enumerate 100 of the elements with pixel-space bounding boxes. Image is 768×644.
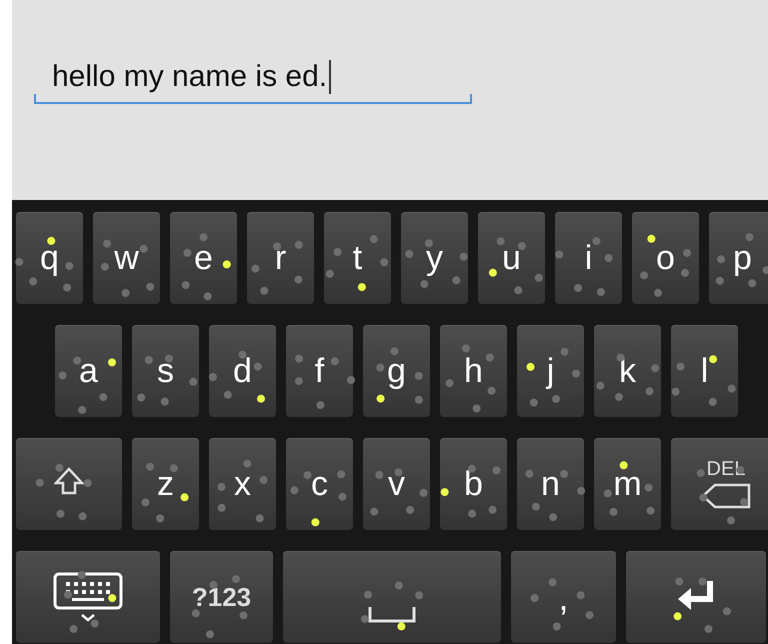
touch-dot [647, 234, 656, 243]
letter-key[interactable]: r [247, 212, 314, 304]
letter-key[interactable]: s [132, 325, 199, 417]
touch-dot [218, 504, 226, 512]
touch-dot [108, 358, 116, 366]
touch-dot [604, 489, 612, 498]
touch-dot [488, 386, 496, 395]
touch-dot [552, 622, 561, 630]
space-key[interactable] [283, 551, 501, 643]
touch-dot [560, 348, 568, 356]
touch-dot [273, 242, 282, 250]
touch-dot [47, 236, 56, 245]
letter-key[interactable]: i [555, 212, 622, 304]
delete-key[interactable]: DEL [671, 438, 768, 530]
touch-dot [415, 591, 424, 600]
letter-key[interactable]: u [478, 212, 545, 304]
touch-dot [722, 607, 731, 616]
touch-dot [294, 276, 302, 284]
letter-key[interactable]: e [170, 212, 237, 304]
touch-dot [338, 492, 346, 501]
letter-key[interactable]: p [709, 212, 768, 304]
touch-dot [675, 578, 684, 586]
touch-dot [337, 470, 346, 478]
backspace-icon [701, 483, 751, 509]
symbols-key[interactable]: ?123 [170, 551, 273, 643]
touch-dot [304, 471, 312, 480]
touch-dot [672, 388, 680, 396]
touch-dot [654, 288, 662, 297]
touch-dot [290, 486, 298, 494]
letter-key[interactable]: f [286, 325, 353, 417]
touch-dot [260, 286, 268, 295]
touch-dot [182, 281, 190, 290]
enter-key[interactable] [626, 551, 766, 643]
letter-key[interactable]: c [286, 438, 353, 530]
letter-key[interactable]: y [401, 212, 468, 304]
touch-dot [144, 356, 153, 364]
touch-dot [518, 242, 526, 250]
touch-dot [208, 373, 217, 381]
touch-dot [243, 460, 252, 468]
touch-dot [420, 488, 428, 497]
touch-dot [326, 270, 334, 278]
text-input-field[interactable]: hello my name is ed. [34, 52, 472, 104]
touch-dot [390, 347, 398, 356]
touch-dot [514, 286, 522, 294]
touch-dot [146, 462, 154, 471]
text-cursor [329, 60, 332, 94]
letter-key[interactable]: w [93, 212, 160, 304]
keyboard-key[interactable] [16, 551, 160, 643]
touch-dot [646, 506, 655, 515]
letter-key[interactable]: t [324, 212, 391, 304]
letter-key[interactable]: l [671, 325, 738, 417]
touch-dot [462, 344, 470, 352]
shift-key[interactable] [16, 438, 122, 530]
letter-key[interactable]: j [517, 325, 584, 417]
touch-dot [676, 362, 684, 371]
touch-dot [210, 580, 218, 589]
touch-dot [424, 239, 433, 248]
letter-key[interactable]: o [632, 212, 699, 304]
touch-dot [56, 510, 64, 518]
touch-dot [146, 282, 154, 291]
letter-key[interactable]: a [55, 325, 122, 417]
touch-dot [347, 376, 355, 384]
touch-dot [156, 514, 164, 522]
touch-dot [716, 276, 724, 285]
letter-key[interactable]: d [209, 325, 276, 417]
touch-dot [620, 461, 628, 470]
touch-dot [615, 392, 623, 401]
touch-dot [240, 611, 248, 620]
touch-dot [460, 252, 468, 261]
touch-dot [334, 248, 342, 256]
letter-key[interactable]: z [132, 438, 199, 530]
letter-key[interactable]: q [16, 212, 83, 304]
touch-dot [394, 582, 403, 590]
letter-key[interactable]: m [594, 438, 661, 530]
touch-dot [397, 622, 406, 630]
touch-dot [674, 612, 682, 620]
touch-dot [394, 468, 402, 476]
touch-dot [440, 488, 449, 496]
touch-dot [555, 250, 564, 258]
touch-dot [254, 362, 262, 370]
letter-key[interactable]: b [440, 438, 507, 530]
touch-dot [170, 464, 178, 472]
touch-dot [376, 394, 385, 403]
touch-dot [29, 277, 38, 286]
touch-dot [406, 506, 414, 514]
letter-key[interactable]: g [363, 325, 430, 417]
touch-dot [183, 248, 192, 257]
touch-dot [311, 518, 320, 526]
letter-key[interactable]: h [440, 325, 507, 417]
touch-dot [251, 264, 260, 273]
letter-key[interactable]: x [209, 438, 276, 530]
touch-dot [405, 250, 414, 258]
touch-dot [708, 398, 717, 406]
touch-dot [63, 284, 72, 292]
touch-dot [376, 364, 384, 372]
touch-dot [218, 482, 226, 491]
comma-key[interactable]: , [511, 551, 616, 643]
letter-key[interactable]: n [517, 438, 584, 530]
touch-dot [704, 624, 712, 633]
letter-key[interactable]: v [363, 438, 430, 530]
